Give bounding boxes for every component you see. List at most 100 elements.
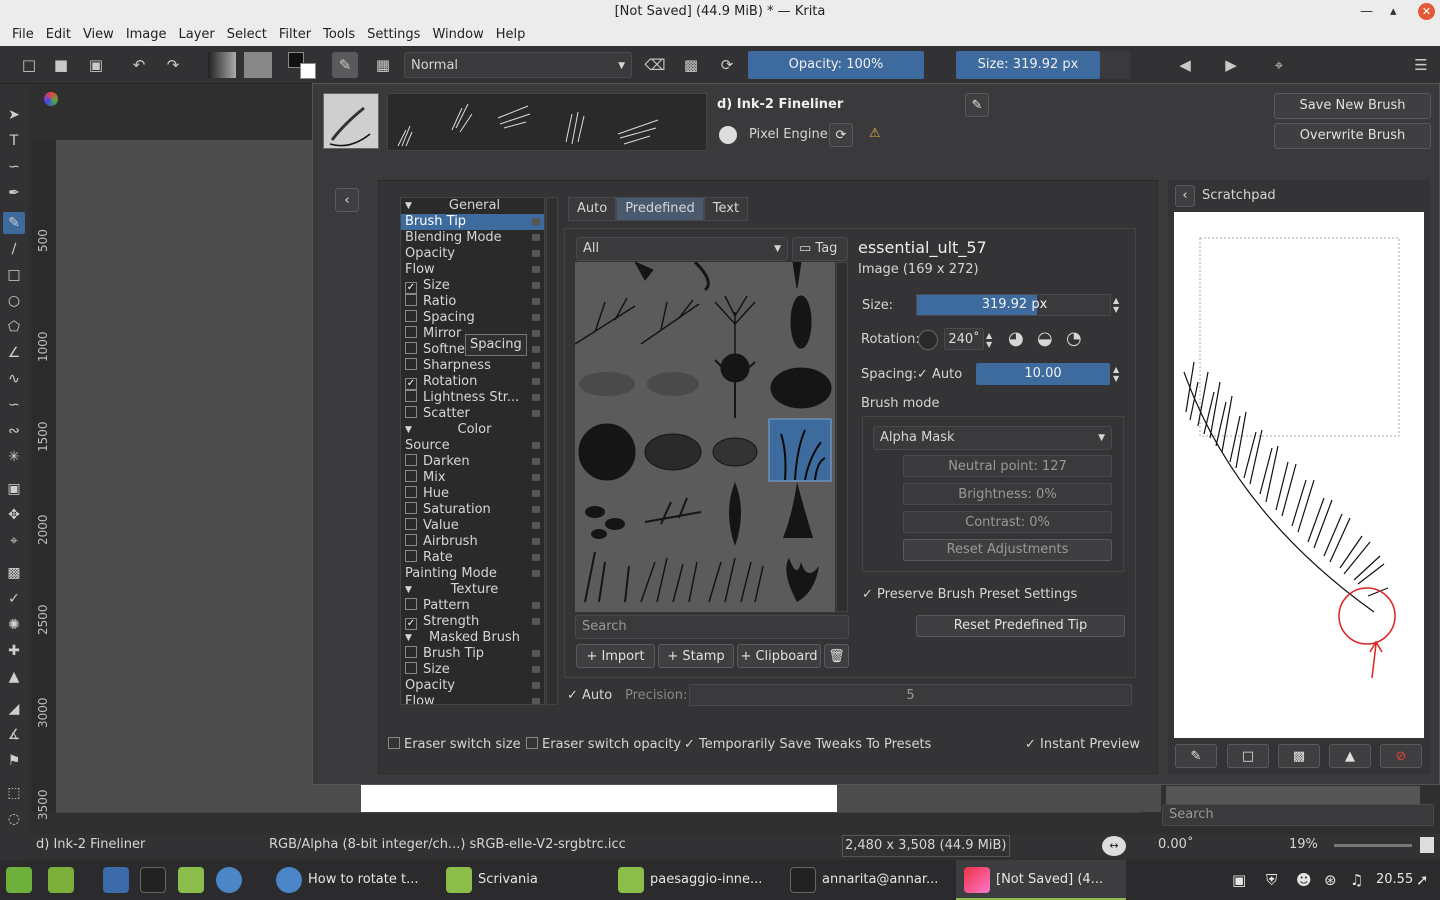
crop-tool-icon[interactable]: ⌖: [3, 530, 25, 552]
menu-image[interactable]: Image: [120, 24, 173, 46]
instant-preview-checkbox[interactable]: ✓ Instant Preview: [1025, 737, 1140, 752]
docker-menu-icon[interactable]: ☰: [1408, 52, 1434, 78]
pattern-swatch[interactable]: [244, 52, 272, 78]
scratchpad-gradient-icon[interactable]: ▩: [1278, 744, 1320, 768]
rotation-input[interactable]: 240˚: [944, 328, 984, 350]
rect-select-icon[interactable]: ⬚: [3, 782, 25, 804]
scratchpad-brush-icon[interactable]: ✎: [1175, 744, 1217, 768]
fullscreen-icon[interactable]: [1420, 837, 1434, 853]
neutral-point-input[interactable]: Neutral point: 127: [903, 455, 1112, 477]
option-item[interactable]: ✓ Rotation: [401, 374, 544, 390]
option-item[interactable]: Opacity: [401, 246, 544, 262]
option-checkbox[interactable]: [405, 406, 417, 418]
delete-trash-icon[interactable]: 🗑: [824, 644, 849, 668]
option-checkbox[interactable]: [405, 518, 417, 530]
option-item[interactable]: Rate: [401, 550, 544, 566]
brightness-input[interactable]: Brightness: 0%: [903, 483, 1112, 505]
freehand-path-icon[interactable]: ∽: [3, 394, 25, 416]
menu-layer[interactable]: Layer: [173, 24, 221, 46]
angle-icon-2[interactable]: ◒: [1037, 328, 1053, 349]
reset-predefined-tip-button[interactable]: Reset Predefined Tip: [916, 615, 1125, 637]
brush-tip-search[interactable]: Search: [575, 615, 849, 639]
option-item[interactable]: Flow: [401, 694, 544, 704]
opacity-slider[interactable]: Opacity: 100%: [748, 51, 924, 79]
tag-button[interactable]: ▭ Tag: [792, 237, 848, 261]
scratchpad-clear-icon[interactable]: ⊘: [1380, 744, 1422, 768]
background-color[interactable]: [300, 63, 316, 79]
overwrite-brush-button[interactable]: Overwrite Brush: [1274, 123, 1431, 149]
options-section-header[interactable]: ▼ Masked Brush: [401, 630, 544, 646]
open-folder-icon[interactable]: ■: [48, 52, 74, 78]
spacing-input[interactable]: 10.00: [976, 363, 1110, 385]
color-picker-icon[interactable]: ✓: [3, 588, 25, 610]
lock-icon[interactable]: [532, 474, 540, 481]
polygon-tool-icon[interactable]: ⬠: [3, 316, 25, 338]
zoom-slider[interactable]: [1334, 844, 1412, 847]
text-tool-icon[interactable]: T: [3, 130, 25, 152]
size-stepper-icon[interactable]: ▲ ▼: [1113, 296, 1119, 314]
angle-icon-1[interactable]: ◕: [1008, 328, 1024, 349]
lock-icon[interactable]: [532, 602, 540, 609]
reference-tool-icon[interactable]: ⚑: [3, 750, 25, 772]
lock-icon[interactable]: [532, 394, 540, 401]
lock-icon[interactable]: [532, 506, 540, 513]
lock-icon[interactable]: [532, 522, 540, 529]
redo-icon[interactable]: ↷: [160, 52, 186, 78]
lock-icon[interactable]: [532, 458, 540, 465]
lock-icon[interactable]: [532, 282, 540, 289]
calligraphy-icon[interactable]: ✒: [3, 182, 25, 204]
freehand-brush-icon[interactable]: ✎: [3, 212, 25, 234]
expand-arrow-icon[interactable]: ▼: [405, 198, 412, 214]
menu-view[interactable]: View: [77, 24, 120, 46]
launcher-browser-icon[interactable]: [216, 860, 248, 900]
fill-tool-icon[interactable]: ▲: [3, 666, 25, 688]
option-checkbox[interactable]: [405, 342, 417, 354]
temp-save-checkbox[interactable]: ✓ Temporarily Save Tweaks To Presets: [684, 737, 931, 752]
edit-shapes-icon[interactable]: ∽: [3, 156, 25, 178]
option-checkbox[interactable]: [405, 502, 417, 514]
lock-icon[interactable]: [532, 234, 540, 241]
angle-icon-3[interactable]: ◔: [1066, 328, 1082, 349]
user-icon[interactable]: ☻: [1296, 860, 1312, 900]
launcher-camera-icon[interactable]: [103, 860, 135, 900]
option-item[interactable]: Sharpness: [401, 358, 544, 374]
move-tool-icon[interactable]: ✥: [3, 504, 25, 526]
option-checkbox[interactable]: [405, 326, 417, 338]
measure-tool-icon[interactable]: ∡: [3, 724, 25, 746]
option-item[interactable]: Saturation: [401, 502, 544, 518]
option-item[interactable]: Blending Mode: [401, 230, 544, 246]
lock-icon[interactable]: [532, 266, 540, 273]
option-item[interactable]: Brush Tip: [401, 214, 544, 230]
task-krita[interactable]: [Not Saved] (4...: [956, 860, 1126, 900]
lock-icon[interactable]: [532, 490, 540, 497]
blend-mode-select[interactable]: Normal ▼: [404, 52, 632, 78]
contrast-input[interactable]: Contrast: 0%: [903, 511, 1112, 533]
option-item[interactable]: Ratio: [401, 294, 544, 310]
undo-icon[interactable]: ↶: [126, 52, 152, 78]
tab-text[interactable]: Text: [703, 197, 749, 221]
lock-icon[interactable]: [532, 250, 540, 257]
lock-icon[interactable]: [532, 650, 540, 657]
task-browser[interactable]: How to rotate t...: [276, 860, 418, 900]
rename-pencil-icon[interactable]: ✎: [965, 93, 989, 117]
preset-docker-strip[interactable]: [1166, 786, 1420, 804]
docker-search[interactable]: Search: [1162, 804, 1434, 826]
option-item[interactable]: Lightness Str...: [401, 390, 544, 406]
option-checkbox[interactable]: ✓: [405, 282, 417, 294]
option-item[interactable]: Flow: [401, 262, 544, 278]
scratchpad-canvas[interactable]: [1174, 212, 1424, 738]
new-document-icon[interactable]: □: [16, 52, 42, 78]
spacing-stepper-icon[interactable]: ▲ ▼: [1113, 365, 1119, 383]
maximize-icon[interactable]: ▴: [1390, 0, 1397, 24]
collapse-left-icon[interactable]: ‹: [335, 188, 359, 212]
start-menu-icon[interactable]: [6, 860, 38, 900]
brush-preset-icon[interactable]: ✎: [332, 52, 358, 78]
lock-icon[interactable]: [532, 570, 540, 577]
brush-grid-scrollbar[interactable]: [836, 262, 848, 612]
minimize-icon[interactable]: —: [1360, 0, 1373, 24]
import-button[interactable]: + Import: [576, 644, 655, 668]
lock-icon[interactable]: [532, 314, 540, 321]
paintop-options-list[interactable]: ▼ General Brush Tip Blending Mode Opacity Flo…: [400, 197, 545, 705]
shield-icon[interactable]: ⛨: [1266, 860, 1277, 900]
lock-icon[interactable]: [532, 362, 540, 369]
